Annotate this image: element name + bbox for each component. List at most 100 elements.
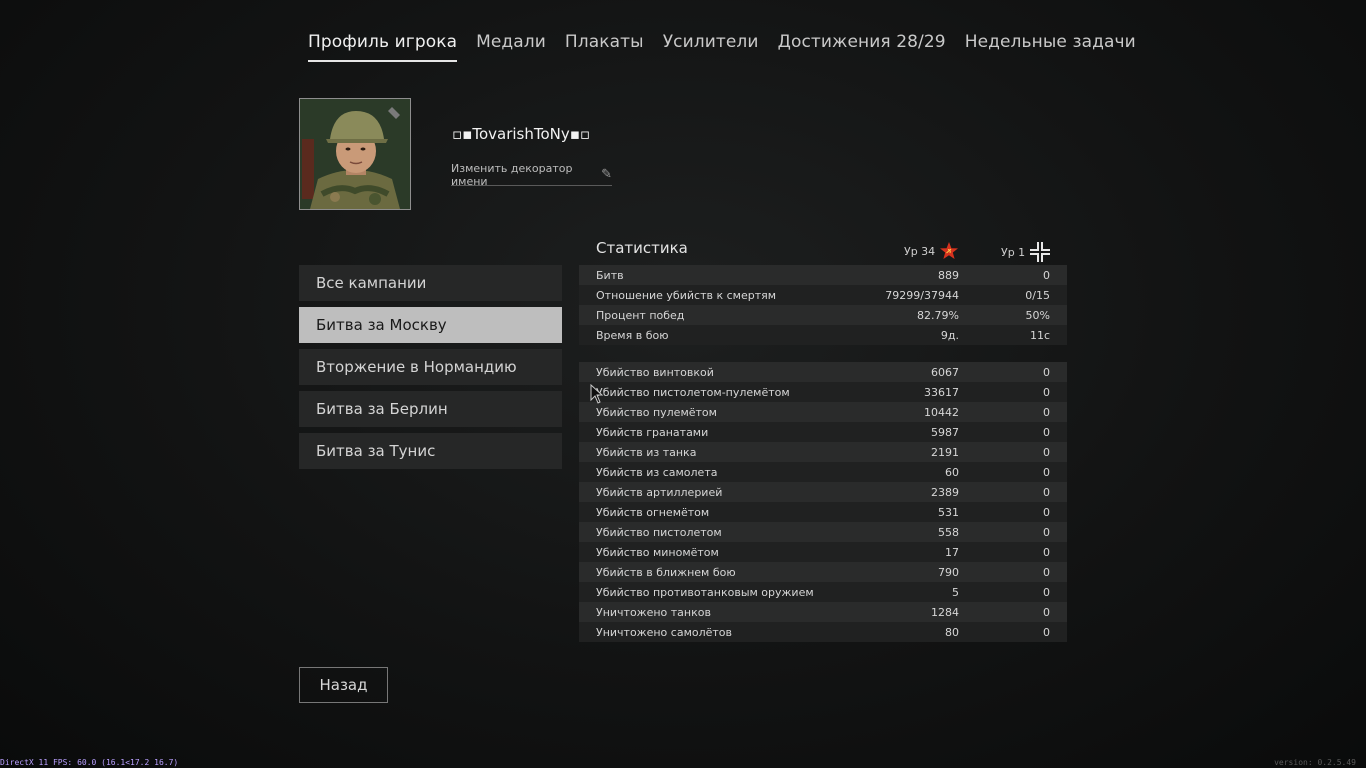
campaign-berlin[interactable]: Битва за Берлин bbox=[299, 391, 562, 427]
stat-label: Убийств гранатами bbox=[596, 425, 709, 439]
table-row: Убийств гранатами 5987 0 bbox=[579, 422, 1067, 442]
stat-label: Уничтожено танков bbox=[596, 605, 711, 619]
table-row: Убийство миномётом 17 0 bbox=[579, 542, 1067, 562]
tab-posters[interactable]: Плакаты bbox=[565, 32, 644, 62]
stat-label: Убийство винтовкой bbox=[596, 365, 714, 379]
player-name: ▫▪TovarishToNy▪▫ bbox=[452, 125, 591, 143]
campaign-normandy[interactable]: Вторжение в Нормандию bbox=[299, 349, 562, 385]
stat-value-axis: 0 bbox=[1043, 545, 1050, 559]
table-row: Убийство пистолетом 558 0 bbox=[579, 522, 1067, 542]
kill-stats-table: Убийство винтовкой 6067 0 Убийство пистоле… bbox=[579, 362, 1067, 642]
stat-value-axis: 0 bbox=[1043, 625, 1050, 639]
stat-value-allies: 60 bbox=[945, 465, 959, 479]
table-row: Убийство пистолетом-пулемётом 33617 0 bbox=[579, 382, 1067, 402]
version-text: version: 0.2.5.49 bbox=[1274, 758, 1356, 767]
stat-value-allies: 10442 bbox=[924, 405, 959, 419]
table-row: Убийств огнемётом 531 0 bbox=[579, 502, 1067, 522]
stat-value-axis: 0 bbox=[1043, 425, 1050, 439]
stat-label: Битв bbox=[596, 268, 624, 282]
stat-label: Убийств из самолета bbox=[596, 465, 718, 479]
stat-label: Время в бою bbox=[596, 328, 669, 342]
stat-label: Убийство противотанковым оружием bbox=[596, 585, 814, 599]
table-row: Убийство пулемётом 10442 0 bbox=[579, 402, 1067, 422]
table-row: Процент побед 82.79% 50% bbox=[579, 305, 1067, 325]
change-name-decorator-link[interactable]: Изменить декоратор имени ✎ bbox=[451, 161, 612, 188]
stat-value-axis: 11с bbox=[1029, 328, 1050, 342]
stat-value-allies: 6067 bbox=[931, 365, 959, 379]
stat-label: Убийство пистолетом bbox=[596, 525, 722, 539]
axis-level-label: Ур 1 bbox=[1001, 245, 1026, 259]
stat-value-allies: 558 bbox=[938, 525, 959, 539]
campaign-all[interactable]: Все кампании bbox=[299, 265, 562, 301]
stat-label: Убийств артиллерией bbox=[596, 485, 723, 499]
campaign-moscow[interactable]: Битва за Москву bbox=[299, 307, 562, 343]
stat-value-axis: 0 bbox=[1043, 565, 1050, 579]
stat-value-axis: 0 bbox=[1043, 585, 1050, 599]
stat-label: Убийство миномётом bbox=[596, 545, 719, 559]
avatar[interactable] bbox=[299, 98, 411, 210]
stat-label: Процент побед bbox=[596, 308, 685, 322]
mouse-cursor-icon bbox=[590, 384, 604, 404]
stats-header: Статистика Ур 34 Ур 1 bbox=[579, 232, 1067, 264]
stat-value-axis: 0 bbox=[1043, 405, 1050, 419]
stat-label: Уничтожено самолётов bbox=[596, 625, 733, 639]
stat-value-allies: 790 bbox=[938, 565, 959, 579]
stat-value-axis: 0/15 bbox=[1025, 288, 1050, 302]
table-row: Убийств из танка 2191 0 bbox=[579, 442, 1067, 462]
tab-achievements[interactable]: Достижения 28/29 bbox=[778, 32, 946, 62]
table-row: Убийств из самолета 60 0 bbox=[579, 462, 1067, 482]
debug-fps-text: DirectX 11 FPS: 60.0 (16.1<17.2 16.7) bbox=[0, 758, 179, 767]
stat-value-allies: 9д. bbox=[940, 328, 959, 342]
stat-value-allies: 2191 bbox=[931, 445, 959, 459]
stat-label: Убийств из танка bbox=[596, 445, 697, 459]
soldier-portrait-icon bbox=[300, 99, 410, 209]
stat-label: Убийство пистолетом-пулемётом bbox=[596, 385, 790, 399]
tab-boosters[interactable]: Усилители bbox=[663, 32, 759, 62]
back-button[interactable]: Назад bbox=[299, 667, 388, 703]
axis-level: Ур 1 bbox=[1001, 241, 1051, 263]
stat-label: Убийств в ближнем бою bbox=[596, 565, 736, 579]
stats-title: Статистика bbox=[596, 239, 688, 257]
stat-value-allies: 889 bbox=[938, 268, 959, 282]
table-row: Убийств артиллерией 2389 0 bbox=[579, 482, 1067, 502]
soviet-star-icon bbox=[940, 242, 959, 259]
table-row: Время в бою 9д. 11с bbox=[579, 325, 1067, 345]
top-tabs: Профиль игрока Медали Плакаты Усилители … bbox=[308, 32, 1155, 62]
tab-weekly-tasks[interactable]: Недельные задачи bbox=[965, 32, 1136, 62]
stat-value-allies: 2389 bbox=[931, 485, 959, 499]
stat-value-allies: 5987 bbox=[931, 425, 959, 439]
stat-value-axis: 0 bbox=[1043, 605, 1050, 619]
change-decorator-label: Изменить декоратор имени bbox=[451, 161, 573, 188]
stat-value-allies: 33617 bbox=[924, 385, 959, 399]
tab-profile[interactable]: Профиль игрока bbox=[308, 32, 458, 62]
stat-value-axis: 0 bbox=[1043, 485, 1050, 499]
allies-level-label: Ур 34 bbox=[904, 244, 936, 258]
pencil-icon: ✎ bbox=[601, 167, 612, 182]
stat-value-allies: 80 bbox=[945, 625, 959, 639]
campaign-tunisia[interactable]: Битва за Тунис bbox=[299, 433, 562, 469]
table-row: Уничтожено танков 1284 0 bbox=[579, 602, 1067, 622]
stat-value-allies: 17 bbox=[945, 545, 959, 559]
stat-value-allies: 5 bbox=[952, 585, 959, 599]
stat-value-allies: 79299/37944 bbox=[885, 288, 959, 302]
campaign-list: Все кампании Битва за Москву Вторжение в… bbox=[299, 265, 562, 475]
stat-label: Убийство пулемётом bbox=[596, 405, 717, 419]
table-row: Убийство противотанковым оружием 5 0 bbox=[579, 582, 1067, 602]
stat-value-axis: 0 bbox=[1043, 268, 1050, 282]
stat-value-axis: 0 bbox=[1043, 365, 1050, 379]
stat-value-allies: 1284 bbox=[931, 605, 959, 619]
stat-value-axis: 0 bbox=[1043, 465, 1050, 479]
stat-label: Отношение убийств к смертям bbox=[596, 288, 777, 302]
table-row: Убийств в ближнем бою 790 0 bbox=[579, 562, 1067, 582]
tab-medals[interactable]: Медали bbox=[476, 32, 546, 62]
iron-cross-icon bbox=[1030, 242, 1051, 262]
table-row: Убийство винтовкой 6067 0 bbox=[579, 362, 1067, 382]
table-row: Уничтожено самолётов 80 0 bbox=[579, 622, 1067, 642]
stat-value-axis: 0 bbox=[1043, 385, 1050, 399]
table-row: Отношение убийств к смертям 79299/37944 0/… bbox=[579, 285, 1067, 305]
stat-value-axis: 0 bbox=[1043, 525, 1050, 539]
stat-value-axis: 0 bbox=[1043, 445, 1050, 459]
stat-value-allies: 82.79% bbox=[917, 308, 959, 322]
allies-level: Ур 34 bbox=[904, 241, 959, 261]
table-row: Битв 889 0 bbox=[579, 265, 1067, 285]
